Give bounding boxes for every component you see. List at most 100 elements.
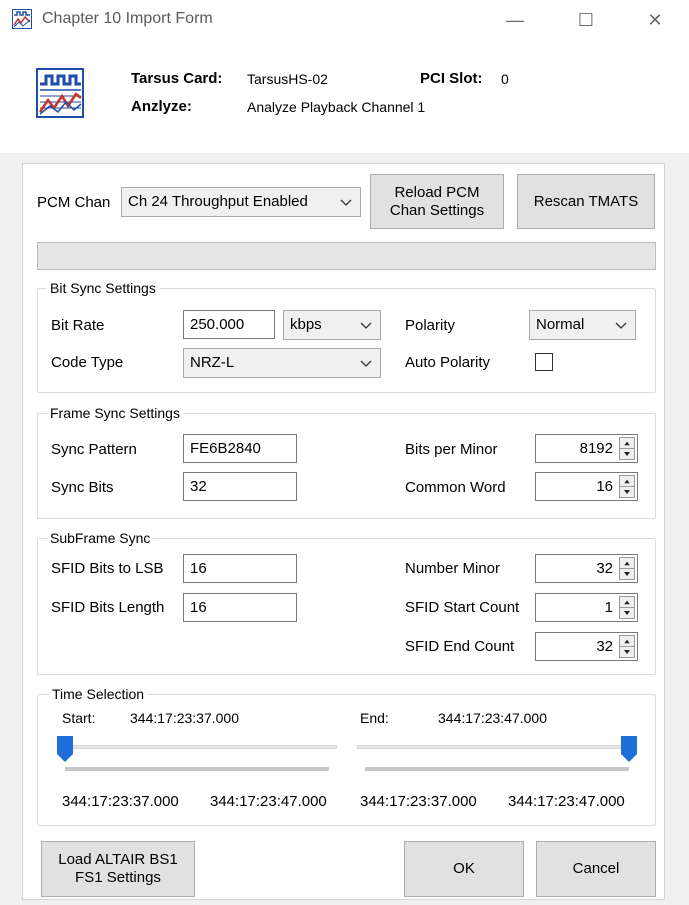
number-minor-label: Number Minor [405,560,501,577]
spin-up-icon[interactable] [620,636,634,647]
sfid-start-label: SFID Start Count [405,599,520,616]
chevron-down-icon [340,199,352,206]
ok-button[interactable]: OK [404,841,524,897]
load-altair-line1: Load ALTAIR BS1 [58,851,178,868]
subframe-sync-title: SubFrame Sync [47,530,154,546]
sfid-length-input[interactable]: 16 [183,593,297,622]
frame-sync-group [37,413,656,519]
spin-up-icon[interactable] [620,476,634,487]
common-word-spinner[interactable]: 16 [535,472,638,501]
time-selection-title: Time Selection [49,686,148,702]
sync-bits-label: Sync Bits [51,479,114,496]
chevron-down-icon [360,322,372,329]
sfid-start-spinner[interactable]: 1 [535,593,638,622]
frame-sync-title: Frame Sync Settings [47,405,183,421]
load-altair-line2: FS1 Settings [75,869,161,886]
end-slider-thumb-icon[interactable] [621,736,637,762]
end-time-value: 344:17:23:47.000 [438,710,547,726]
spin-down-icon[interactable] [620,487,634,498]
spinner-buttons[interactable] [619,635,635,658]
sfid-lsb-label: SFID Bits to LSB [51,560,164,577]
chevron-down-icon [615,322,627,329]
sfid-length-label: SFID Bits Length [51,599,165,616]
spin-up-icon[interactable] [620,438,634,449]
title-bar: Chapter 10 Import Form — ☐ ✕ [0,0,689,40]
tarsus-logo-icon [36,68,84,118]
tarsus-card-label: Tarsus Card: [131,70,223,87]
slider-track [357,745,637,749]
common-word-value: 16 [596,478,613,495]
bit-rate-unit-value: kbps [290,316,322,333]
end-slider-min: 344:17:23:37.000 [360,793,477,810]
spinner-buttons[interactable] [619,596,635,619]
sfid-end-label: SFID End Count [405,638,515,655]
number-minor-value: 32 [596,560,613,577]
end-time-label: End: [360,710,389,726]
reload-pcm-button[interactable]: Reload PCM Chan Settings [370,174,504,229]
sfid-start-value: 1 [604,599,613,616]
start-time-label: Start: [62,710,96,726]
minimize-button[interactable]: — [492,6,538,34]
pci-slot-value: 0 [501,71,509,87]
end-time-slider[interactable] [357,736,637,771]
common-word-label: Common Word [405,479,506,496]
start-slider-max: 344:17:23:47.000 [210,793,327,810]
load-altair-button[interactable]: Load ALTAIR BS1 FS1 Settings [41,841,195,897]
polarity-select[interactable]: Normal [529,310,636,340]
bit-sync-title: Bit Sync Settings [47,280,159,296]
end-slider-max: 344:17:23:47.000 [508,793,625,810]
polarity-label: Polarity [405,317,456,334]
code-type-value: NRZ-L [190,354,235,371]
rescan-tmats-button[interactable]: Rescan TMATS [517,174,655,229]
start-slider-thumb-icon[interactable] [57,736,73,762]
spin-up-icon[interactable] [620,558,634,569]
bits-per-minor-label: Bits per Minor [405,441,498,458]
spinner-buttons[interactable] [619,475,635,498]
pcm-chan-value: Ch 24 Throughput Enabled [128,193,308,210]
pci-slot-label: PCI Slot: [420,70,483,87]
sfid-end-spinner[interactable]: 32 [535,632,638,661]
sfid-lsb-input[interactable]: 16 [183,554,297,583]
sync-pattern-input[interactable]: FE6B2840 [183,434,297,463]
spin-down-icon[interactable] [620,647,634,658]
close-button[interactable]: ✕ [632,6,678,34]
polarity-value: Normal [536,316,585,333]
spin-down-icon[interactable] [620,608,634,619]
code-type-label: Code Type [51,354,124,371]
cancel-button[interactable]: Cancel [536,841,656,897]
bit-rate-label: Bit Rate [51,317,105,334]
auto-polarity-checkbox[interactable] [535,353,553,371]
spinner-buttons[interactable] [619,557,635,580]
number-minor-spinner[interactable]: 32 [535,554,638,583]
start-slider-min: 344:17:23:37.000 [62,793,179,810]
pcm-chan-select[interactable]: Ch 24 Throughput Enabled [121,187,361,217]
tarsus-card-value: TarsusHS-02 [247,71,328,87]
pcm-chan-label: PCM Chan [37,194,111,211]
auto-polarity-label: Auto Polarity [405,354,491,371]
spin-down-icon[interactable] [620,569,634,580]
analyze-label: Anzlyze: [131,98,192,115]
reload-pcm-line2: Chan Settings [389,201,485,219]
app-icon [12,9,32,29]
sync-bits-input[interactable]: 32 [183,472,297,501]
reload-pcm-line1: Reload PCM [394,183,480,201]
bits-per-minor-value: 8192 [579,440,613,457]
start-time-slider[interactable] [57,736,337,771]
slider-tick-bar [365,767,629,771]
spin-down-icon[interactable] [620,449,634,460]
chevron-down-icon [360,360,372,367]
start-time-value: 344:17:23:37.000 [130,710,239,726]
window-title: Chapter 10 Import Form [42,10,213,27]
code-type-select[interactable]: NRZ-L [183,348,381,378]
maximize-button[interactable]: ☐ [563,6,609,34]
sfid-end-value: 32 [596,638,613,655]
spinner-buttons[interactable] [619,437,635,460]
analyze-value: Analyze Playback Channel 1 [247,99,426,115]
bit-rate-input[interactable]: 250.000 [183,310,275,339]
sync-pattern-label: Sync Pattern [51,441,137,458]
spin-up-icon[interactable] [620,597,634,608]
progress-bar [37,242,656,270]
slider-track [57,745,337,749]
bits-per-minor-spinner[interactable]: 8192 [535,434,638,463]
bit-rate-unit-select[interactable]: kbps [283,310,381,340]
